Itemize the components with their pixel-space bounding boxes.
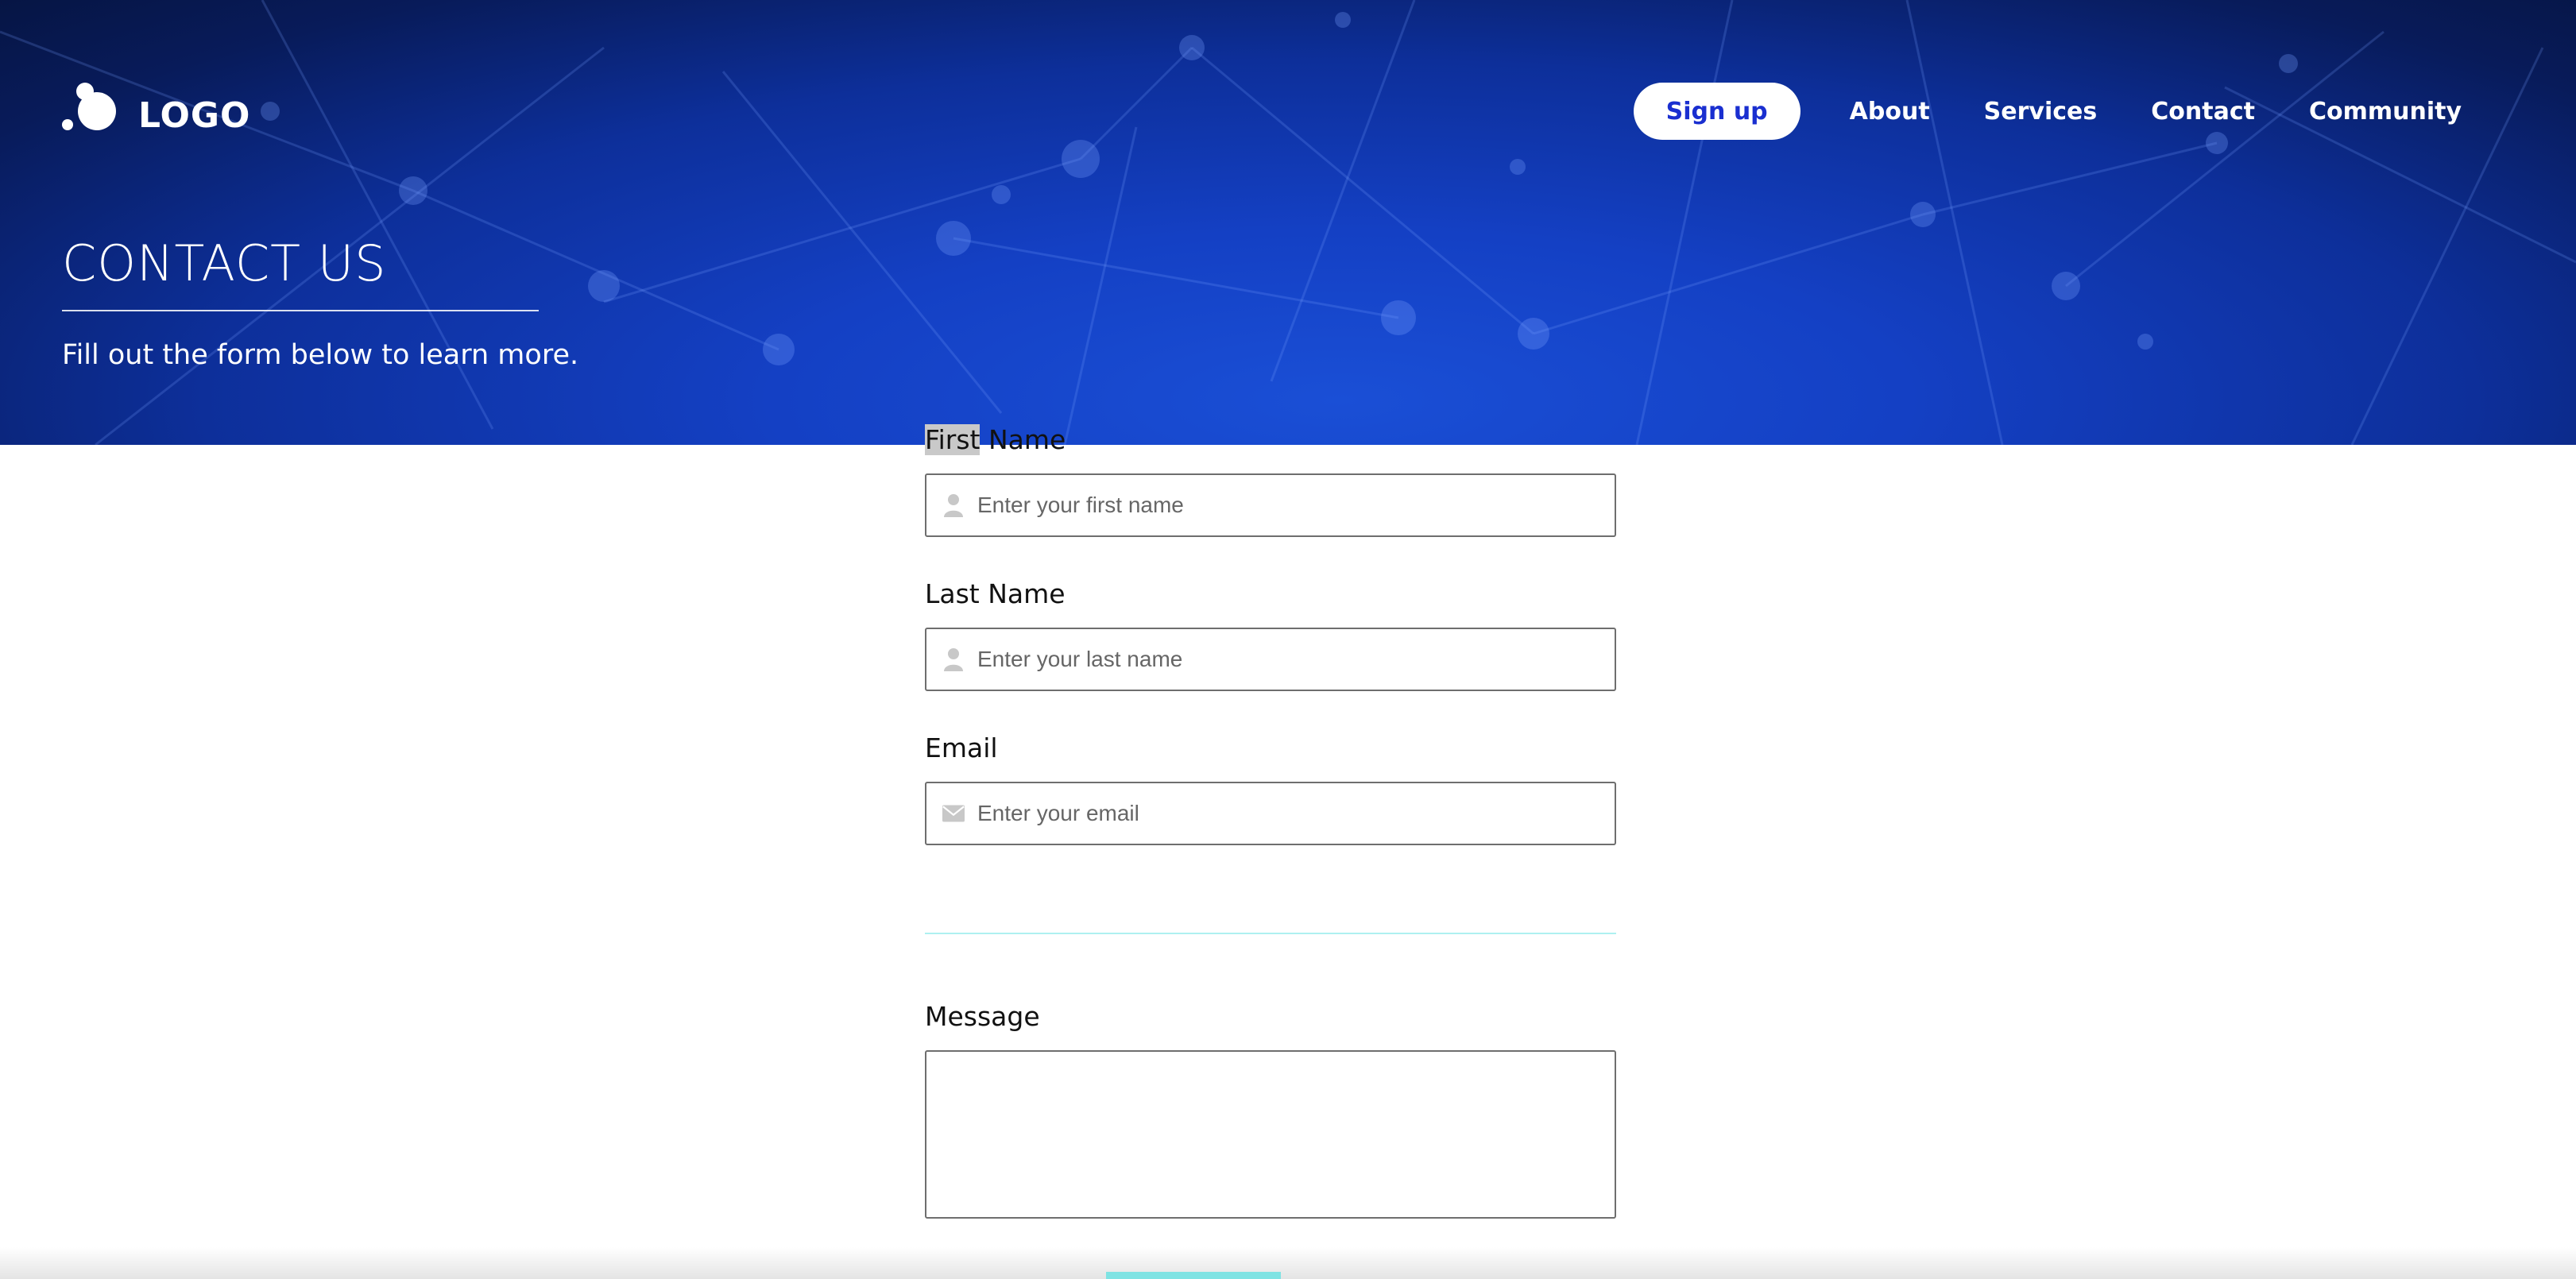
page-subtitle: Fill out the form below to learn more. <box>62 339 579 371</box>
user-icon <box>942 493 965 517</box>
signup-button[interactable]: Sign up <box>1633 83 1800 140</box>
network-background <box>0 0 2576 445</box>
last-name-input[interactable] <box>977 647 1597 672</box>
logo-text: LOGO <box>138 95 251 136</box>
email-field[interactable] <box>925 782 1616 845</box>
envelope-icon <box>942 802 965 825</box>
email-label: Email <box>925 732 998 763</box>
first-name-field[interactable] <box>925 473 1616 537</box>
title-underline <box>62 310 539 311</box>
logo-icon <box>62 83 119 133</box>
form-divider <box>925 933 1616 934</box>
first-name-label-selected-text: First <box>925 424 981 455</box>
hero-banner: LOGO Sign up About Services Contact Comm… <box>0 0 2576 445</box>
submit-button[interactable] <box>1106 1272 1281 1279</box>
nav-link-about[interactable]: About <box>1823 98 1957 126</box>
message-label: Message <box>925 1001 1040 1032</box>
first-name-label: First Name <box>925 423 1066 458</box>
last-name-label: Last Name <box>925 578 1066 609</box>
user-icon <box>942 647 965 671</box>
message-textarea[interactable] <box>925 1050 1616 1219</box>
main-nav: Sign up About Services Contact Community <box>1633 83 2489 140</box>
last-name-field[interactable] <box>925 628 1616 691</box>
first-name-label-rest: Name <box>980 424 1066 455</box>
brand-logo[interactable]: LOGO <box>62 83 250 133</box>
page-title: CONTACT US <box>62 234 387 292</box>
email-input[interactable] <box>977 801 1597 826</box>
nav-link-community[interactable]: Community <box>2282 98 2489 126</box>
bottom-shadow <box>0 1247 2576 1279</box>
nav-link-services[interactable]: Services <box>1957 98 2125 126</box>
nav-link-contact[interactable]: Contact <box>2124 98 2282 126</box>
first-name-input[interactable] <box>977 493 1597 518</box>
